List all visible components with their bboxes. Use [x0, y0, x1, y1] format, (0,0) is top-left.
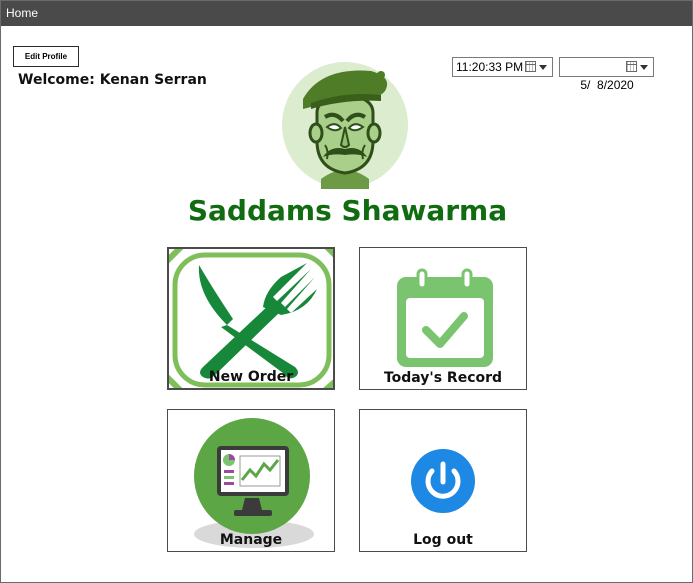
date-picker[interactable]: 5/ 8/2020: [559, 57, 654, 92]
todays-record-label: Today's Record: [383, 370, 503, 386]
title-bar[interactable]: Home: [1, 1, 692, 26]
window-title: Home: [6, 6, 39, 20]
chevron-down-icon[interactable]: [640, 65, 648, 70]
manage-label: Manage: [219, 532, 283, 548]
edit-profile-button[interactable]: Edit Profile: [13, 46, 79, 67]
chevron-down-icon[interactable]: [539, 65, 547, 70]
date-value: 5/ 8/2020: [580, 78, 634, 92]
manage-button[interactable]: Manage: [167, 409, 335, 552]
calendar-icon: [626, 61, 637, 72]
calendar-check-icon: [397, 268, 493, 367]
brand-title: Saddams Shawarma: [187, 194, 508, 227]
mascot-logo: [282, 62, 408, 189]
welcome-text: Welcome: Kenan Serran: [18, 72, 207, 88]
edit-profile-label: Edit Profile: [24, 52, 68, 61]
new-order-label: New Order: [208, 369, 294, 385]
power-icon: [411, 449, 475, 513]
time-picker[interactable]: 11:20:33 PM: [452, 57, 553, 77]
todays-record-button[interactable]: Today's Record: [359, 247, 527, 390]
time-value: 11:20:33 PM: [456, 60, 524, 74]
new-order-button[interactable]: New Order: [167, 247, 335, 390]
monitor-chart-icon: [194, 418, 314, 548]
logout-button[interactable]: Log out: [359, 409, 527, 552]
calendar-icon: [525, 61, 536, 72]
logout-label: Log out: [413, 532, 473, 548]
home-window: Home Edit Profile Welcome: Kenan Serran …: [0, 0, 693, 583]
